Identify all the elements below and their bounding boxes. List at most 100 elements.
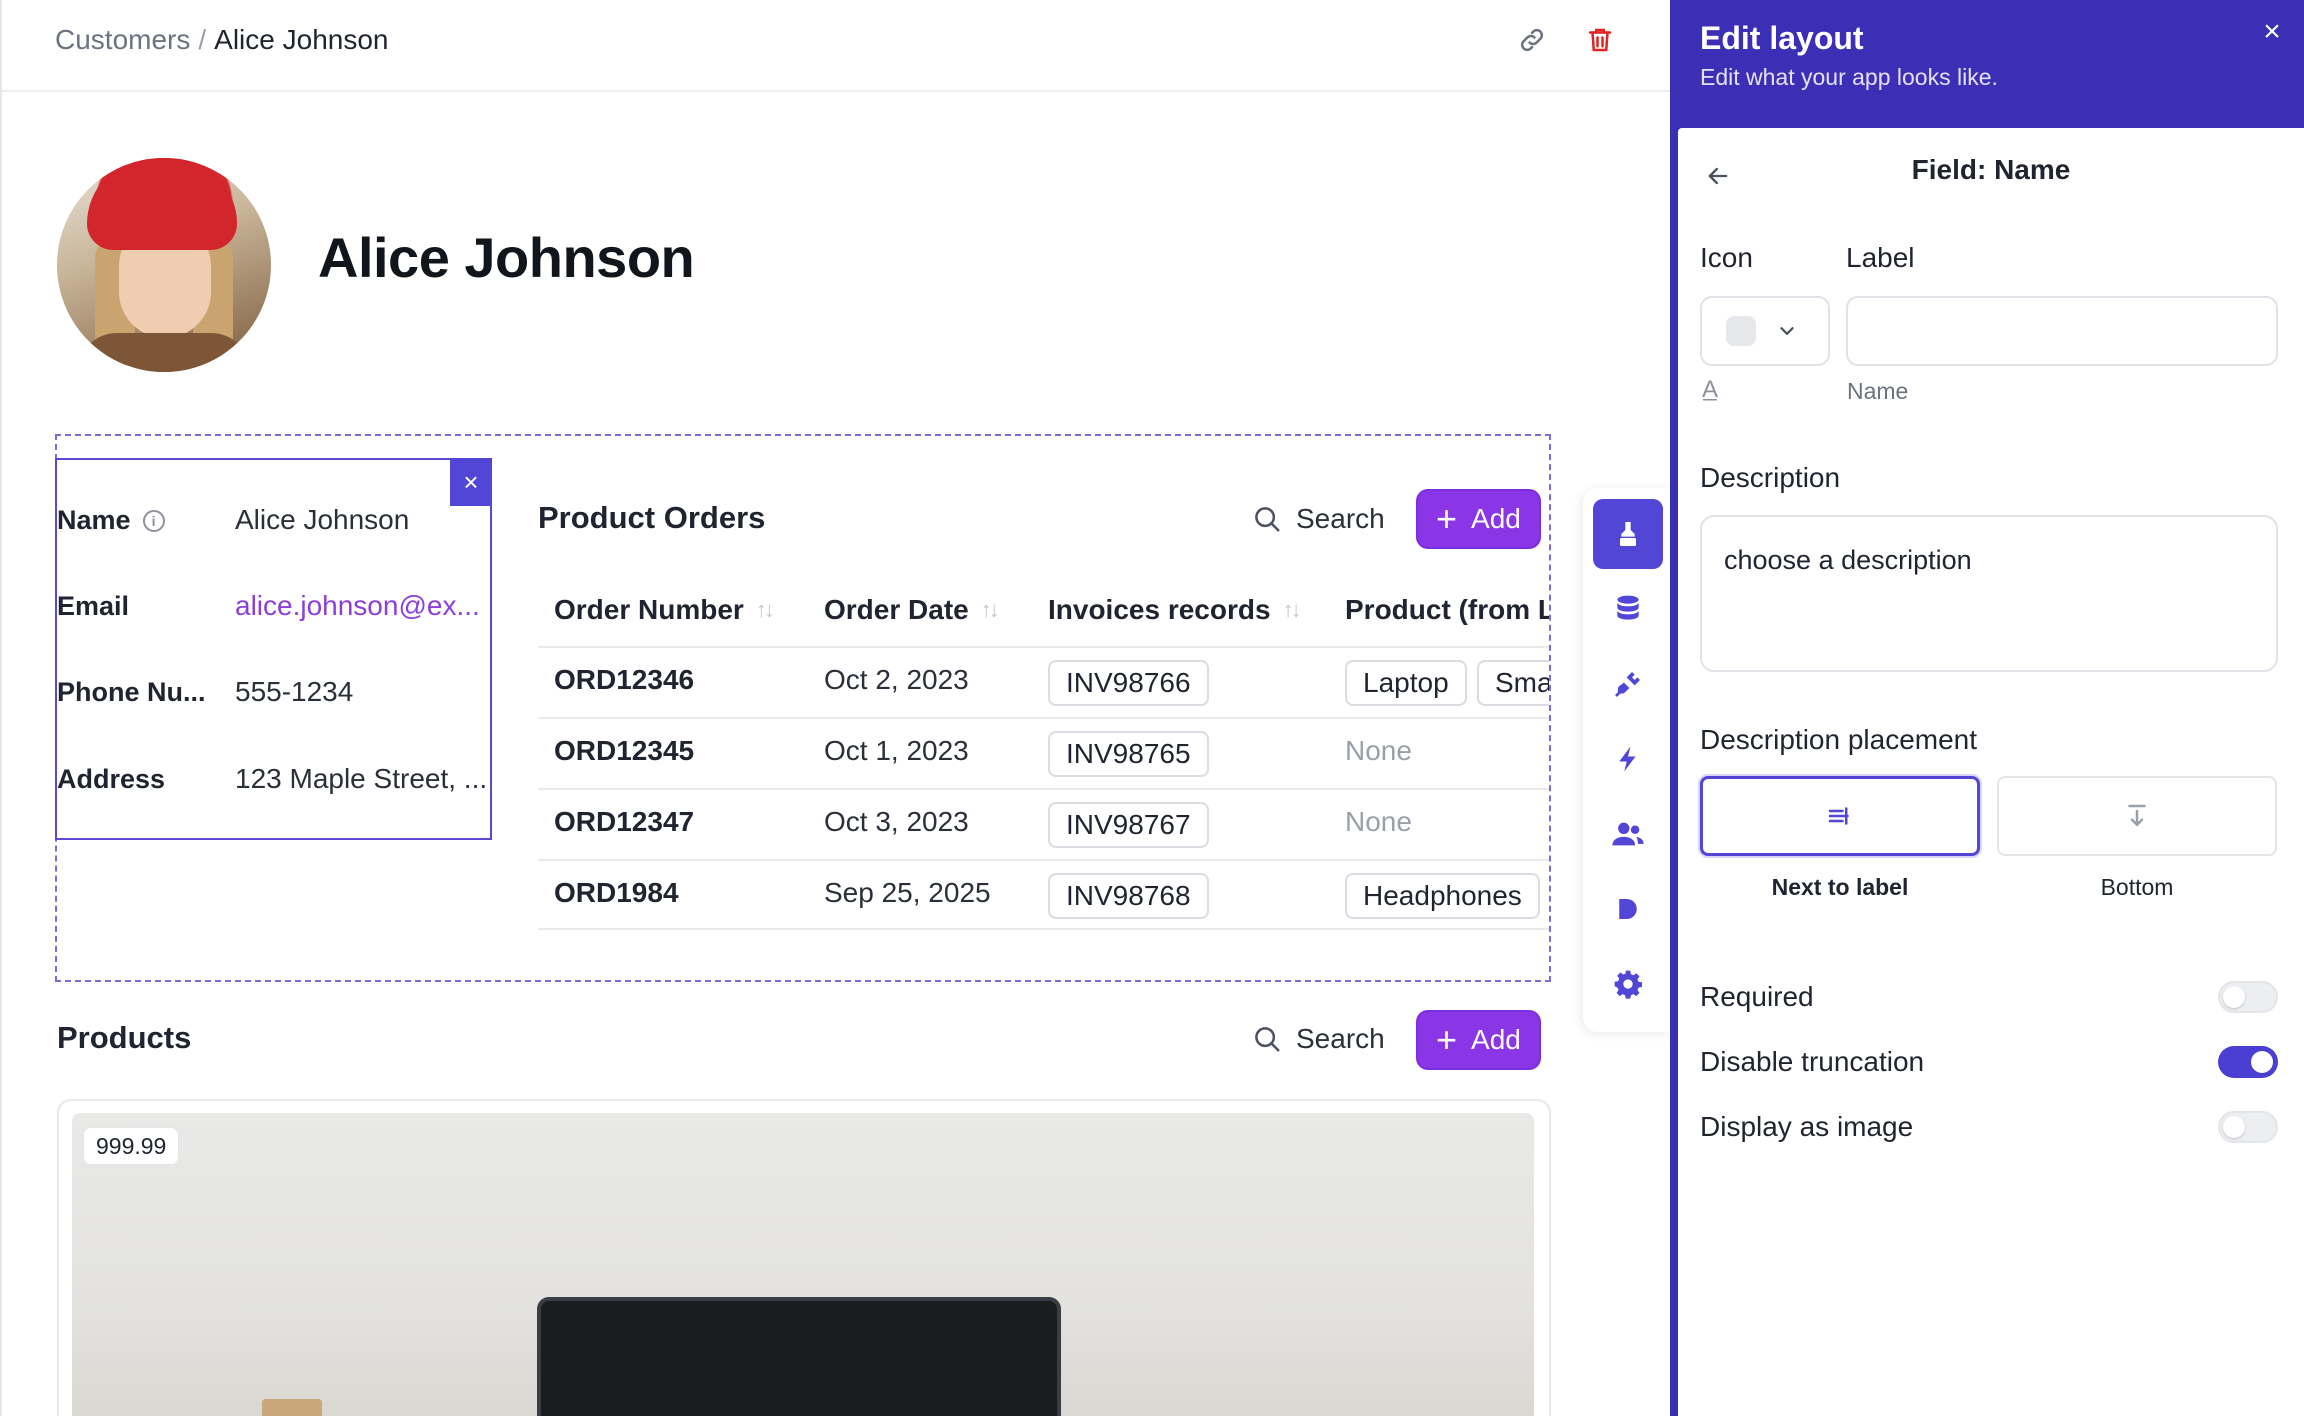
field-row-phone[interactable]: Phone Nu... 555-1234	[57, 672, 492, 712]
plug-icon[interactable]	[1593, 649, 1663, 719]
empty-value: None	[1345, 735, 1412, 766]
play-icon[interactable]	[1593, 874, 1663, 944]
top-bar: Customers / Alice Johnson	[2, 0, 1672, 92]
placement-next-caption: Next to label	[1771, 874, 1909, 900]
invoice-chip[interactable]: INV98765	[1048, 731, 1209, 777]
invoice-chip[interactable]: INV98768	[1048, 873, 1209, 919]
plus-icon: +	[1436, 498, 1458, 539]
icon-select[interactable]	[1700, 296, 1830, 366]
placement-label: Description placement	[1700, 724, 1978, 755]
plus-icon: +	[1436, 1019, 1458, 1060]
chevron-down-icon	[1780, 327, 1794, 336]
copy-link-icon[interactable]	[1514, 22, 1550, 58]
column-header-invoices[interactable]: Invoices records ↑↓	[1048, 594, 1302, 626]
label-input[interactable]	[1846, 296, 2278, 366]
orders-table: Order Number ↑↓ Order Date ↑↓ Invoices rec…	[538, 586, 1549, 932]
gear-icon[interactable]	[1593, 949, 1663, 1019]
field-label: Phone Nu...	[57, 676, 206, 707]
products-add-button[interactable]: + Add	[1418, 1012, 1539, 1068]
editor-tool-rail	[1583, 488, 1671, 1032]
field-label: Address	[57, 763, 166, 794]
page-title: Alice Johnson	[318, 226, 695, 289]
field-row-address[interactable]: Address 123 Maple Street, ...	[57, 759, 492, 799]
breadcrumb-current: Alice Johnson	[214, 24, 389, 55]
field-row-email[interactable]: Email alice.johnson@ex...	[57, 586, 492, 626]
users-icon[interactable]	[1593, 799, 1663, 869]
placement-bottom-option[interactable]	[1997, 776, 2277, 856]
search-label: Search	[1296, 1023, 1385, 1054]
invoice-chip[interactable]: INV98767	[1048, 802, 1209, 848]
toggle-label: Display as image	[1700, 1111, 1914, 1142]
database-icon[interactable]	[1593, 574, 1663, 644]
order-date: Oct 3, 2023	[824, 806, 969, 837]
product-chip[interactable]: Headphones	[1345, 873, 1540, 919]
email-link[interactable]: alice.johnson@ex...	[235, 590, 480, 622]
breadcrumb-customers-link[interactable]: Customers	[55, 24, 190, 55]
product-chip[interactable]: Laptop	[1345, 660, 1467, 706]
section-title-products: Products	[57, 1020, 192, 1055]
table-row[interactable]: ORD12346 Oct 2, 2023 INV98766 Laptop Sma	[538, 646, 1549, 717]
style-brush-icon[interactable]	[1593, 499, 1663, 569]
product-image	[72, 1113, 1534, 1416]
align-next-icon	[1828, 807, 1849, 825]
add-label: Add	[1471, 1024, 1521, 1055]
orders-add-button[interactable]: + Add	[1418, 491, 1539, 547]
placement-bottom-caption: Bottom	[2100, 874, 2174, 900]
column-header-order-number[interactable]: Order Number ↑↓	[554, 594, 775, 626]
column-header-order-date[interactable]: Order Date ↑↓	[824, 594, 1000, 626]
close-icon[interactable]: ×	[450, 458, 492, 506]
empty-value: None	[1345, 806, 1412, 837]
field-row-name[interactable]: Name i Alice Johnson	[57, 500, 492, 540]
table-row[interactable]: ORD12345 Oct 1, 2023 INV98765 None	[538, 717, 1549, 788]
trash-icon[interactable]	[1582, 22, 1618, 58]
lightning-icon[interactable]	[1593, 724, 1663, 794]
icon-label: Icon	[1700, 242, 1753, 273]
display-as-image-toggle[interactable]	[2218, 1111, 2278, 1143]
field-label: Email	[57, 590, 130, 621]
text-color-icon[interactable]: A̲	[1702, 376, 1718, 404]
order-number: ORD12346	[554, 664, 695, 695]
panel-body: Field: Name Icon Label A̲ Name Descripti…	[1678, 128, 2304, 1416]
description-textarea[interactable]	[1700, 515, 2278, 672]
order-date: Oct 1, 2023	[824, 735, 969, 766]
close-icon[interactable]: ×	[2256, 15, 2288, 48]
icon-swatch	[1726, 316, 1756, 346]
placement-next-to-label-option[interactable]	[1700, 776, 1980, 856]
required-toggle[interactable]	[2218, 981, 2278, 1013]
invoice-chip[interactable]: INV98766	[1048, 660, 1209, 706]
main-content: Customers / Alice Johnson Alice Johnson × …	[0, 0, 1672, 1416]
search-label: Search	[1296, 503, 1385, 534]
products-search-button[interactable]: Search	[1252, 1017, 1385, 1061]
sort-icon[interactable]: ↑↓	[756, 597, 775, 623]
align-bottom-icon	[2128, 804, 2146, 827]
toggle-label: Required	[1700, 981, 1814, 1012]
toggle-label: Disable truncation	[1700, 1046, 1925, 1077]
column-header-product[interactable]: Product (from L	[1345, 594, 1549, 626]
orders-search-button[interactable]: Search	[1252, 497, 1385, 541]
disable-truncation-toggle[interactable]	[2218, 1046, 2278, 1078]
add-label: Add	[1471, 503, 1521, 534]
product-chip[interactable]: Sma	[1477, 660, 1549, 706]
sort-icon[interactable]: ↑↓	[981, 597, 1000, 623]
order-date: Oct 2, 2023	[824, 664, 969, 695]
price-badge: 999.99	[83, 1127, 180, 1165]
search-icon	[1255, 1027, 1280, 1052]
table-row[interactable]: ORD12347 Oct 3, 2023 INV98767 None	[538, 788, 1549, 859]
field-value: Alice Johnson	[235, 504, 410, 535]
search-icon	[1255, 507, 1280, 532]
description-label: Description	[1700, 462, 1841, 493]
required-toggle-row: Required	[1700, 975, 2278, 1019]
order-date: Sep 25, 2025	[824, 877, 991, 908]
sort-icon[interactable]: ↑↓	[1283, 597, 1302, 623]
breadcrumb-separator: /	[198, 24, 207, 55]
info-icon: i	[142, 510, 165, 533]
edit-layout-panel: Edit layout Edit what your app looks lik…	[1670, 0, 2304, 1416]
avatar	[57, 158, 271, 372]
order-number: ORD12345	[554, 735, 695, 766]
field-value: 123 Maple Street, ...	[235, 763, 488, 794]
section-title-product-orders: Product Orders	[538, 500, 766, 535]
table-row[interactable]: ORD1984 Sep 25, 2025 INV98768 Headphones	[538, 859, 1549, 930]
label-hint: Name	[1847, 378, 1909, 404]
disable-truncation-toggle-row: Disable truncation	[1700, 1040, 2278, 1084]
panel-header: Edit layout Edit what your app looks lik…	[1670, 0, 2304, 128]
